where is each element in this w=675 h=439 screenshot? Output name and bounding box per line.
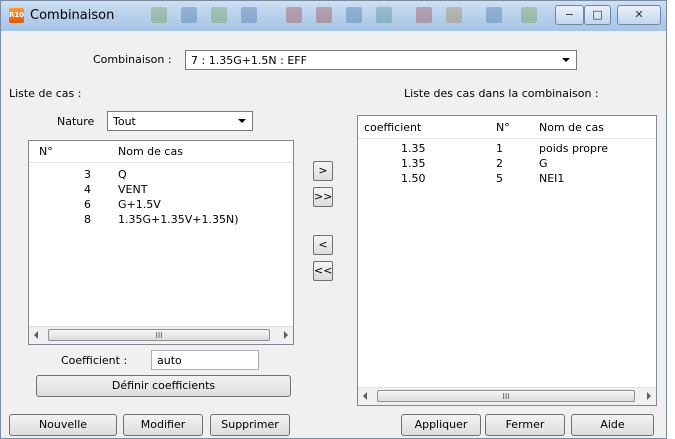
combination-case-list-title: Liste des cas dans la combinaison :: [404, 87, 599, 100]
combination-dialog: R10 Combinaison − □ ✕ Combinaison : 7 : …: [0, 0, 667, 439]
column-header-case-name[interactable]: Nom de cas: [539, 117, 604, 138]
header-divider: [29, 162, 293, 163]
add-case-button[interactable]: >: [313, 161, 333, 181]
faded-toolbar-icon: [316, 7, 332, 23]
case-number: 6: [84, 198, 91, 211]
maximize-button[interactable]: □: [584, 5, 611, 25]
title-bar[interactable]: R10 Combinaison − □ ✕: [1, 1, 666, 31]
column-header-coefficient[interactable]: coefficient: [364, 117, 421, 138]
column-header-number[interactable]: N°: [496, 117, 510, 138]
scrollbar-thumb[interactable]: III: [48, 329, 270, 341]
faded-toolbar-icon: [446, 7, 462, 23]
coefficient-field[interactable]: auto: [151, 350, 259, 370]
case-list-title: Liste de cas :: [9, 87, 82, 100]
case-name: G+1.5V: [118, 198, 161, 211]
minimize-button[interactable]: −: [555, 5, 584, 25]
grip-icon: III: [155, 331, 163, 340]
close-window-button[interactable]: ✕: [617, 5, 661, 25]
scroll-right-icon[interactable]: [284, 331, 288, 339]
delete-button[interactable]: Supprimer: [210, 414, 290, 436]
nature-select[interactable]: Tout: [107, 111, 253, 131]
column-header-number[interactable]: N°: [39, 141, 53, 162]
coefficient-cell: 1.35: [401, 142, 426, 155]
case-number: 5: [496, 172, 503, 185]
modify-button[interactable]: Modifier: [123, 414, 203, 436]
horizontal-scrollbar[interactable]: III: [358, 387, 656, 405]
case-number: 1: [496, 142, 503, 155]
faded-toolbar-icon: [521, 7, 537, 23]
add-all-cases-button[interactable]: >>: [313, 187, 333, 207]
table-row[interactable]: 1.35 2 G: [358, 156, 656, 171]
coefficient-value: auto: [157, 354, 182, 367]
scrollbar-thumb[interactable]: III: [377, 390, 635, 402]
scroll-left-icon[interactable]: [363, 392, 367, 400]
chevron-down-icon: [238, 119, 246, 123]
new-button[interactable]: Nouvelle: [9, 414, 117, 436]
help-button[interactable]: Aide: [571, 414, 654, 436]
case-name: NEI1: [539, 172, 565, 185]
minimize-icon: −: [564, 8, 575, 21]
apply-button[interactable]: Appliquer: [401, 414, 481, 436]
coefficient-cell: 1.35: [401, 157, 426, 170]
case-name: Q: [118, 168, 127, 181]
faded-toolbar-icon: [346, 7, 362, 23]
combination-select[interactable]: 7 : 1.35G+1.5N : EFF: [185, 50, 577, 70]
faded-toolbar-icon: [376, 7, 392, 23]
remove-all-cases-button[interactable]: <<: [313, 261, 333, 281]
case-name: poids propre: [539, 142, 609, 155]
list-item[interactable]: 6 G+1.5V: [29, 197, 293, 212]
maximize-icon: □: [592, 8, 603, 21]
app-icon: R10: [9, 8, 24, 23]
table-row[interactable]: 1.35 1 poids propre: [358, 141, 656, 156]
case-number: 8: [84, 213, 91, 226]
remove-case-button[interactable]: <: [313, 235, 333, 255]
case-name: 1.35G+1.35V+1.35N): [118, 213, 239, 226]
combination-case-list[interactable]: coefficient N° Nom de cas 1.35 1 poids p…: [357, 115, 657, 406]
faded-toolbar-icon: [416, 7, 432, 23]
chevron-down-icon: [562, 58, 570, 62]
case-number: 3: [84, 168, 91, 181]
define-coefficients-button[interactable]: Définir coefficients: [36, 375, 291, 397]
close-button[interactable]: Fermer: [485, 414, 565, 436]
coefficient-label: Coefficient :: [61, 354, 128, 367]
scroll-left-icon[interactable]: [34, 331, 38, 339]
case-name: G: [539, 157, 548, 170]
horizontal-scrollbar[interactable]: III: [29, 326, 293, 344]
list-item[interactable]: 3 Q: [29, 167, 293, 182]
list-item[interactable]: 4 VENT: [29, 182, 293, 197]
faded-toolbar-icon: [181, 7, 197, 23]
faded-toolbar-icon: [286, 7, 302, 23]
table-row[interactable]: 1.50 5 NEI1: [358, 171, 656, 186]
background-edge: [667, 0, 675, 439]
case-number: 2: [496, 157, 503, 170]
case-name: VENT: [118, 183, 148, 196]
faded-toolbar-icon: [151, 7, 167, 23]
column-header-case-name[interactable]: Nom de cas: [118, 141, 183, 162]
faded-toolbar-icon: [486, 7, 502, 23]
nature-selected-value: Tout: [113, 115, 136, 128]
close-icon: ✕: [634, 8, 644, 21]
combination-selected-value: 7 : 1.35G+1.5N : EFF: [191, 54, 307, 67]
faded-toolbar-icon: [211, 7, 227, 23]
list-item[interactable]: 8 1.35G+1.35V+1.35N): [29, 212, 293, 227]
nature-label: Nature: [57, 115, 95, 128]
case-list[interactable]: N° Nom de cas 3 Q 4 VENT 6 G+1.5V 8 1.35…: [28, 140, 294, 345]
grip-icon: III: [502, 392, 510, 401]
header-divider: [358, 138, 656, 139]
coefficient-cell: 1.50: [401, 172, 426, 185]
case-number: 4: [84, 183, 91, 196]
window-title: Combinaison: [30, 8, 115, 23]
faded-toolbar-icon: [241, 7, 257, 23]
combination-label: Combinaison :: [93, 53, 172, 66]
scroll-right-icon[interactable]: [647, 392, 651, 400]
